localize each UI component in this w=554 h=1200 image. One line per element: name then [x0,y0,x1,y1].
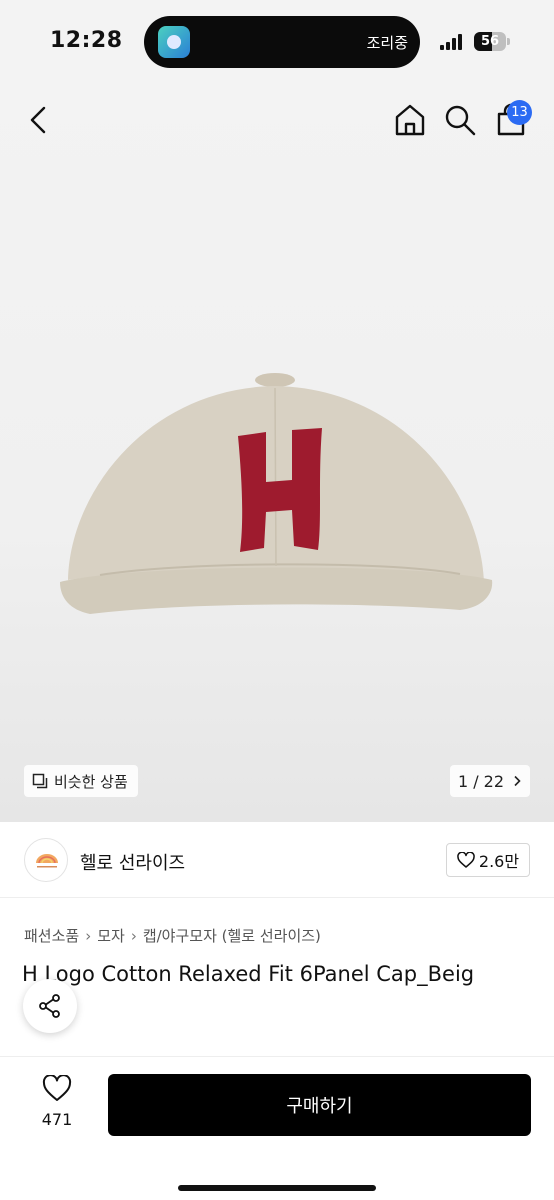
similar-products-button[interactable]: 비슷한 상품 [24,765,138,797]
status-bar: 12:28 조리중 56 [0,0,554,84]
bottom-action-bar: 471 구매하기 [0,1056,554,1200]
brand-row[interactable]: 헬로 선라이즈 2.6만 [0,822,554,898]
app-icon [158,26,190,58]
cart-count-badge: 13 [507,100,532,125]
brand-like-button[interactable]: 2.6만 [446,843,530,877]
copy-icon [32,773,48,789]
share-button[interactable] [23,979,77,1033]
page-indicator: 1 / 22 [457,771,505,791]
breadcrumb: 패션소품 › 모자 › 캡/야구모자 (헬로 선라이즈) [24,925,321,946]
home-indicator [178,1185,376,1191]
heart-icon [42,1074,72,1101]
chevron-right-icon: › [130,926,137,945]
similar-products-label: 비슷한 상품 [54,772,128,791]
dynamic-island[interactable]: 조리중 [144,16,420,68]
chevron-right-icon [514,775,521,787]
battery-level: 56 [480,34,500,49]
home-icon[interactable] [392,102,428,138]
heart-icon [457,852,475,868]
brand-name[interactable]: 헬로 선라이즈 [80,849,185,875]
breadcrumb-item[interactable]: 패션소품 [24,925,79,946]
buy-button[interactable]: 구매하기 [108,1074,531,1136]
search-icon[interactable] [442,102,478,138]
breadcrumb-item[interactable]: 모자 [97,925,125,946]
signal-icon [440,34,466,50]
clock: 12:28 [50,28,123,53]
brand-like-count: 2.6만 [478,852,520,871]
share-icon [39,994,60,1018]
wishlist-count: 471 [41,1110,73,1129]
image-pager-button[interactable]: 1 / 22 [450,765,530,797]
island-status-text: 조리중 [366,34,408,52]
breadcrumb-item[interactable]: 캡/야구모자 (헬로 선라이즈) [143,925,321,946]
chevron-left-icon[interactable] [22,102,58,138]
chevron-right-icon: › [85,926,92,945]
sunrise-logo-icon [36,854,58,868]
battery-icon: 56 [474,32,510,51]
cap-brim [60,567,493,614]
product-title: H Logo Cotton Relaxed Fit 6Panel Cap_Bei… [22,962,475,986]
wishlist-button[interactable]: 471 [30,1074,84,1129]
product-image [60,373,493,614]
brand-logo[interactable] [24,838,68,882]
cap-button [255,373,295,387]
